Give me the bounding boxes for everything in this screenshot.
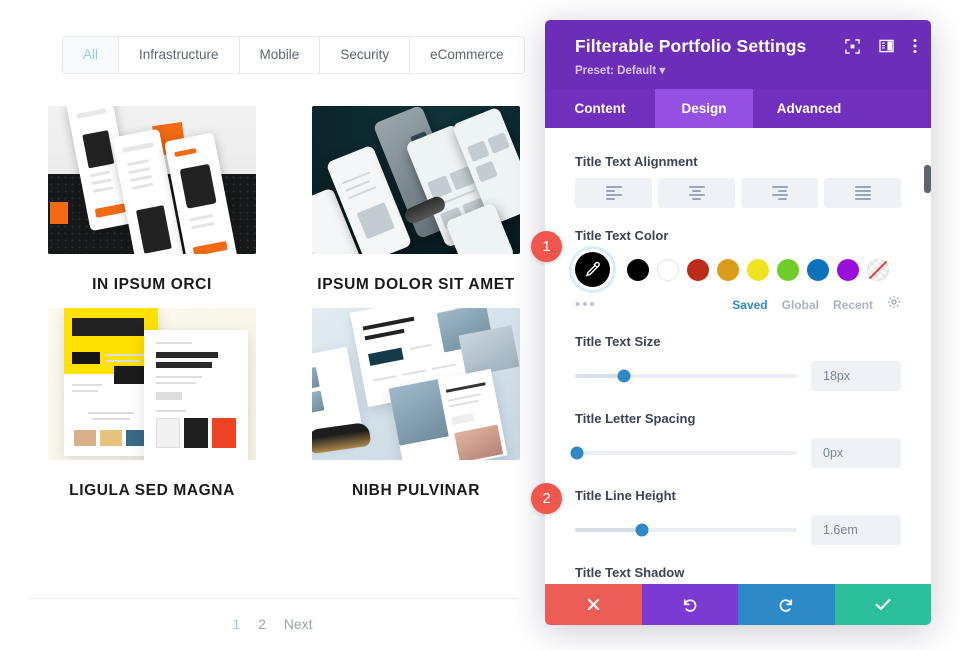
- color-tab-recent[interactable]: Recent: [833, 298, 873, 312]
- align-left-icon[interactable]: [575, 178, 652, 208]
- alignment-options: [575, 178, 901, 208]
- portfolio-thumbnail[interactable]: [312, 106, 520, 254]
- portfolio-item-title: IN IPSUM ORCI: [92, 276, 212, 293]
- slider-handle[interactable]: [570, 446, 584, 460]
- undo-button[interactable]: [641, 584, 738, 625]
- title-line-height-label: Title Line Height: [575, 488, 676, 503]
- align-right-icon[interactable]: [741, 178, 818, 208]
- filter-tab-all[interactable]: All: [63, 37, 120, 73]
- portfolio-item-title: NIBH PULVINAR: [351, 482, 481, 500]
- title-line-height-value[interactable]: 1.6em: [811, 515, 901, 545]
- swatch-transparent[interactable]: [867, 258, 889, 281]
- title-text-shadow-label: Title Text Shadow: [575, 565, 685, 580]
- pagination: 1 2 Next: [0, 616, 545, 632]
- thumbnail-art-yellow-documents: [48, 308, 256, 461]
- eyedropper-icon[interactable]: [575, 252, 610, 287]
- gear-icon[interactable]: [887, 295, 901, 314]
- portfolio-item[interactable]: IPSUM DOLOR SIT AMET: [312, 106, 520, 296]
- portfolio-item-title: LIGULA SED MAGNA: [69, 482, 235, 500]
- slider-handle[interactable]: [635, 523, 649, 537]
- title-text-size-label: Title Text Size: [575, 334, 661, 349]
- tab-advanced[interactable]: Advanced: [753, 89, 865, 128]
- portfolio-item[interactable]: IN IPSUM ORCI: [48, 106, 256, 296]
- save-button[interactable]: [834, 584, 931, 625]
- filter-tab-infrastructure[interactable]: Infrastructure: [119, 37, 240, 73]
- content-divider: [28, 598, 518, 599]
- color-footer: ••• Saved Global Recent: [575, 295, 901, 314]
- title-letter-spacing-label: Title Letter Spacing: [575, 411, 696, 426]
- layout-icon[interactable]: [879, 39, 894, 53]
- pagination-page-1[interactable]: 1: [232, 616, 240, 632]
- swatch-white[interactable]: [657, 258, 679, 281]
- portfolio-thumbnail[interactable]: [312, 308, 520, 461]
- align-justify-icon[interactable]: [824, 178, 901, 208]
- color-tab-saved[interactable]: Saved: [732, 298, 767, 312]
- thumbnail-art-sunglasses-shop: [312, 308, 520, 461]
- pagination-page-2[interactable]: 2: [258, 616, 266, 632]
- portfolio-page: All Infrastructure Mobile Security eComm…: [0, 0, 545, 650]
- slider-handle[interactable]: [617, 369, 631, 383]
- filter-tab-security[interactable]: Security: [320, 37, 411, 73]
- color-source-links: Saved Global Recent: [732, 295, 901, 314]
- tab-content[interactable]: Content: [545, 89, 655, 128]
- title-text-color-label: Title Text Color: [575, 228, 669, 243]
- title-text-size-value[interactable]: 18px: [811, 361, 901, 391]
- more-colors-icon[interactable]: •••: [575, 297, 597, 312]
- thumbnail-art-teal-mockup: [312, 106, 520, 254]
- title-letter-spacing-value[interactable]: 0px: [811, 438, 901, 468]
- align-center-icon[interactable]: [658, 178, 735, 208]
- title-text-size-field: Title Text Size 18px: [575, 334, 901, 391]
- modal-header-icons: [845, 38, 917, 54]
- swatch-red[interactable]: [687, 258, 709, 281]
- swatch-green[interactable]: [777, 258, 799, 281]
- annotation-badge-1: 1: [531, 231, 562, 262]
- color-tab-global[interactable]: Global: [782, 298, 819, 312]
- color-swatch-row: [575, 252, 901, 287]
- title-line-height-field: Title Line Height 1.6em: [575, 488, 901, 545]
- tab-design[interactable]: Design: [655, 89, 753, 128]
- screen: All Infrastructure Mobile Security eComm…: [0, 0, 960, 650]
- portfolio-thumbnail[interactable]: [48, 308, 256, 461]
- thumbnail-art-orange-mockup: [48, 106, 256, 254]
- title-letter-spacing-field: Title Letter Spacing 0px: [570, 411, 901, 468]
- modal-tabs: Content Design Advanced: [545, 89, 931, 128]
- swatch-orange[interactable]: [717, 258, 739, 281]
- redo-button[interactable]: [738, 584, 835, 625]
- title-text-shadow-field: Title Text Shadow: [575, 565, 901, 584]
- more-options-icon[interactable]: [913, 38, 917, 54]
- swatch-purple[interactable]: [837, 258, 859, 281]
- portfolio-item[interactable]: LIGULA SED MAGNA: [48, 308, 256, 502]
- portfolio-item[interactable]: NIBH PULVINAR: [312, 308, 520, 502]
- settings-modal: Filterable Portfolio Settings Preset: De…: [545, 20, 931, 625]
- modal-scrollbar-thumb[interactable]: [924, 165, 931, 193]
- modal-header: Filterable Portfolio Settings Preset: De…: [545, 20, 931, 89]
- filter-tab-ecommerce[interactable]: eCommerce: [410, 37, 524, 73]
- swatch-blue[interactable]: [807, 258, 829, 281]
- portfolio-row: LIGULA SED MAGNA NIBH PULVINAR: [48, 308, 520, 502]
- portfolio-grid: IN IPSUM ORCI IPSUM DOLOR SIT AMET LIGUL…: [48, 106, 520, 503]
- modal-footer: [545, 584, 931, 625]
- preset-label: Preset: Default: [575, 65, 657, 77]
- cancel-button[interactable]: [545, 584, 642, 625]
- preset-selector[interactable]: Preset: Default ▾: [575, 63, 913, 77]
- title-letter-spacing-slider[interactable]: [570, 446, 797, 460]
- chevron-down-icon: ▾: [659, 65, 666, 77]
- swatch-yellow[interactable]: [747, 258, 769, 281]
- pagination-next[interactable]: Next: [284, 616, 313, 632]
- portfolio-row: IN IPSUM ORCI IPSUM DOLOR SIT AMET: [48, 106, 520, 296]
- annotation-badge-2: 2: [531, 483, 562, 514]
- focus-icon[interactable]: [845, 38, 860, 54]
- filter-tab-mobile[interactable]: Mobile: [239, 37, 321, 73]
- portfolio-item-title: IPSUM DOLOR SIT AMET: [317, 276, 515, 293]
- title-text-alignment-label: Title Text Alignment: [575, 154, 698, 169]
- title-text-size-slider[interactable]: [575, 369, 797, 383]
- modal-body: Title Text Alignment Title Text Color ••…: [545, 154, 931, 584]
- portfolio-thumbnail[interactable]: [48, 106, 256, 254]
- portfolio-filter-bar: All Infrastructure Mobile Security eComm…: [62, 36, 525, 74]
- title-line-height-slider[interactable]: [575, 523, 797, 537]
- swatch-black[interactable]: [627, 258, 649, 281]
